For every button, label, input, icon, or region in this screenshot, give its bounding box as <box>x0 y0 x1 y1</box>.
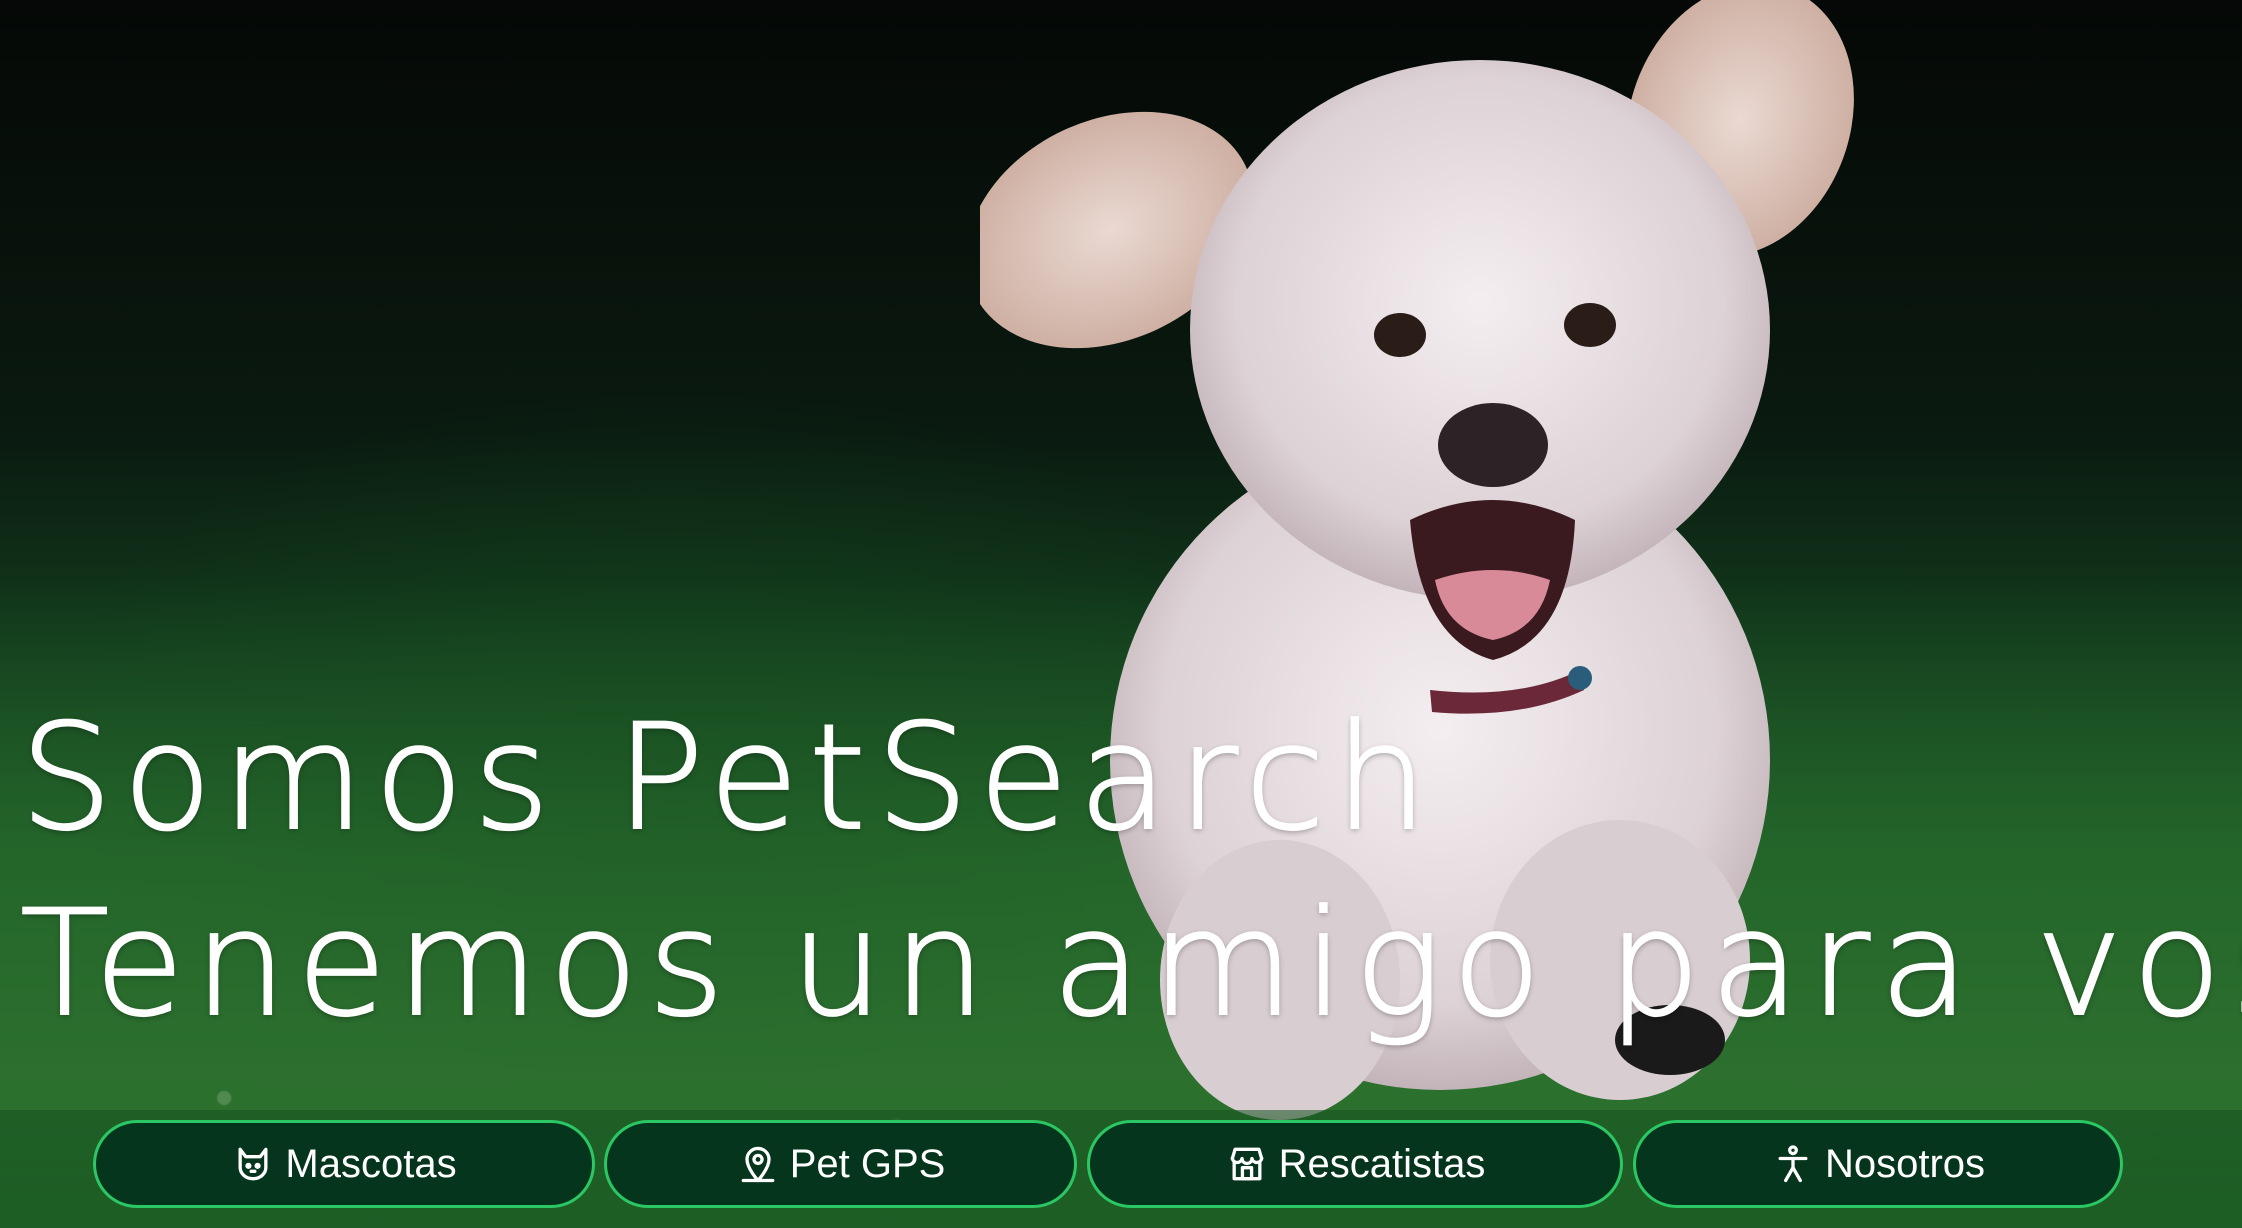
nav-button-mascotas[interactable]: Mascotas <box>93 1120 595 1208</box>
bottom-nav: Mascotas Pet GPS Rescatistas Nosotros <box>0 1110 2242 1228</box>
headline-line-1: Somos PetSearch <box>19 692 1438 864</box>
nav-button-nosotros[interactable]: Nosotros <box>1633 1120 2123 1208</box>
hero-section: Somos PetSearch Tenemos un amigo para vo… <box>0 0 2242 1228</box>
nav-label-nosotros: Nosotros <box>1824 1141 1986 1186</box>
headline-line-2: Tenemos un amigo para vos <box>19 878 2242 1050</box>
nav-label-pet-gps: Pet GPS <box>789 1141 946 1186</box>
nav-label-mascotas: Mascotas <box>285 1141 457 1186</box>
nav-button-rescatistas[interactable]: Rescatistas <box>1087 1120 1623 1208</box>
hero-headline: Somos PetSearch Tenemos un amigo para vo… <box>19 685 2242 1057</box>
nav-button-pet-gps[interactable]: Pet GPS <box>604 1120 1077 1208</box>
nav-label-rescatistas: Rescatistas <box>1278 1141 1486 1186</box>
storefront-icon <box>1230 1147 1263 1181</box>
person-icon <box>1778 1145 1808 1183</box>
map-pin-icon <box>741 1146 775 1183</box>
cat-face-icon <box>238 1147 268 1181</box>
